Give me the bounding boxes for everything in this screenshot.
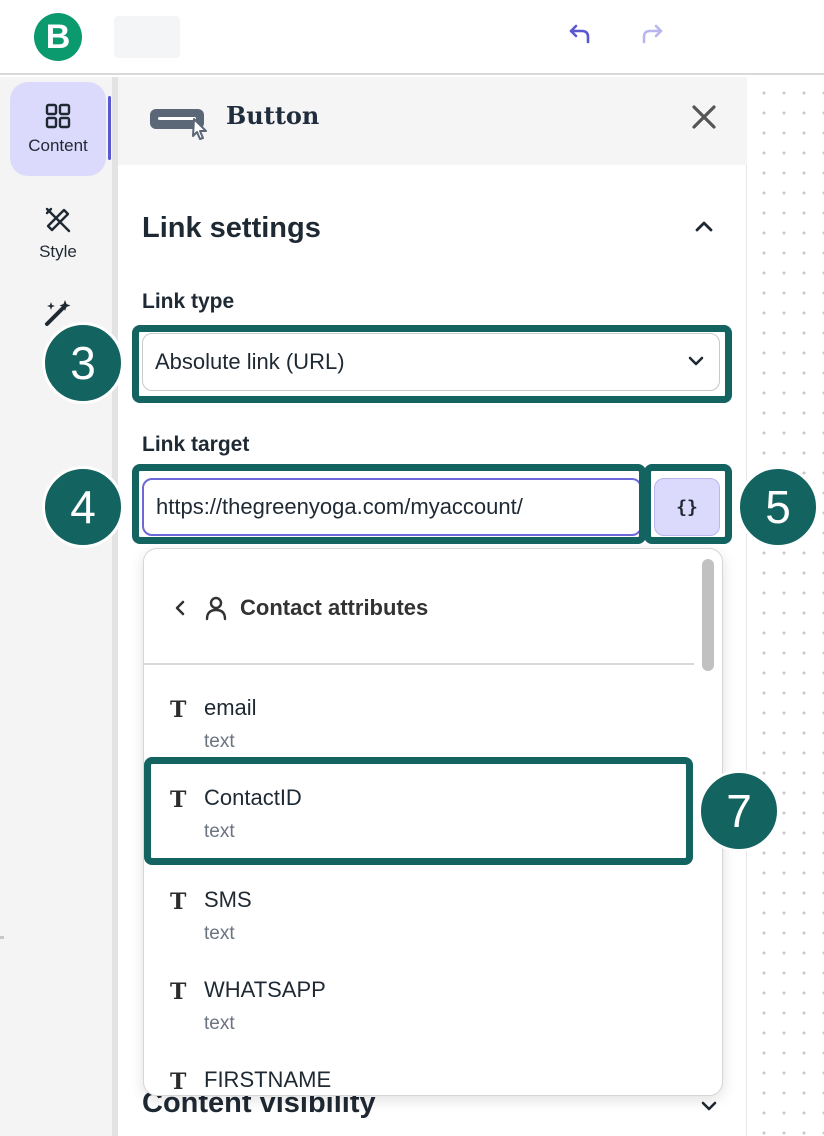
logo-letter: B (45, 17, 71, 56)
panel-title: Button (226, 101, 320, 130)
panel-header: Button (118, 77, 747, 165)
badge-number: 5 (765, 481, 791, 533)
step-badge-7: 7 (698, 770, 780, 852)
chevron-down-icon[interactable] (700, 1099, 718, 1113)
step-badge-4: 4 (42, 466, 124, 548)
dropdown-header: Contact attributes (144, 549, 694, 665)
rail-item-label: Style (39, 242, 77, 261)
person-icon (205, 596, 227, 621)
chevron-left-icon[interactable] (174, 599, 186, 617)
text-type-icon: T (170, 889, 187, 915)
redo-icon (642, 24, 663, 44)
attribute-type: text (204, 923, 235, 944)
text-type-icon: T (170, 1069, 187, 1095)
highlight-contactid-item (144, 757, 693, 865)
list-item[interactable]: T FIRSTNAME (144, 1047, 694, 1095)
list-item[interactable]: T email text (144, 675, 694, 765)
top-bar: B (0, 0, 824, 75)
topbar-placeholder (114, 16, 180, 58)
attribute-type: text (204, 1013, 235, 1034)
dropdown-title: Contact attributes (240, 595, 429, 620)
step-badge-5: 5 (737, 466, 819, 548)
section-title-link-settings: Link settings (142, 212, 321, 244)
text-type-icon: T (170, 697, 187, 723)
link-type-label: Link type (142, 290, 235, 313)
attribute-name: email (204, 695, 257, 720)
badge-number: 3 (70, 337, 96, 389)
list-item[interactable]: T SMS text (144, 867, 694, 957)
attribute-name: WHATSAPP (204, 977, 326, 1002)
undo-icon (569, 24, 590, 44)
rail-active-indicator (108, 96, 111, 160)
rail-item-content[interactable]: Content (10, 82, 106, 176)
undo-button[interactable] (562, 18, 598, 48)
step-badge-3: 3 (42, 322, 124, 404)
scrollbar-thumb[interactable] (702, 559, 714, 671)
close-button[interactable] (686, 99, 722, 135)
chevron-up-icon[interactable] (694, 219, 714, 233)
text-type-icon: T (170, 979, 187, 1005)
attribute-name: SMS (204, 887, 252, 912)
pen-ruler-icon (45, 207, 71, 233)
left-edge-mark (0, 936, 4, 939)
badge-number: 4 (70, 481, 96, 533)
highlight-variable-button (644, 464, 732, 544)
brand-logo[interactable]: B (34, 13, 82, 61)
rail-item-label: Content (28, 136, 88, 155)
attribute-type: text (204, 731, 235, 752)
highlight-link-target (132, 464, 646, 544)
redo-button[interactable] (634, 18, 670, 48)
list-item[interactable]: T WHATSAPP text (144, 957, 694, 1047)
grid-icon (45, 103, 71, 129)
badge-number: 7 (726, 785, 752, 837)
highlight-link-type (132, 325, 732, 403)
link-target-label: Link target (142, 433, 250, 456)
rail-item-style[interactable]: Style (10, 186, 106, 280)
button-cursor-icon (150, 109, 207, 140)
editor-canvas[interactable] (748, 77, 824, 1136)
close-icon (692, 105, 716, 129)
attribute-name: FIRSTNAME (204, 1067, 332, 1092)
